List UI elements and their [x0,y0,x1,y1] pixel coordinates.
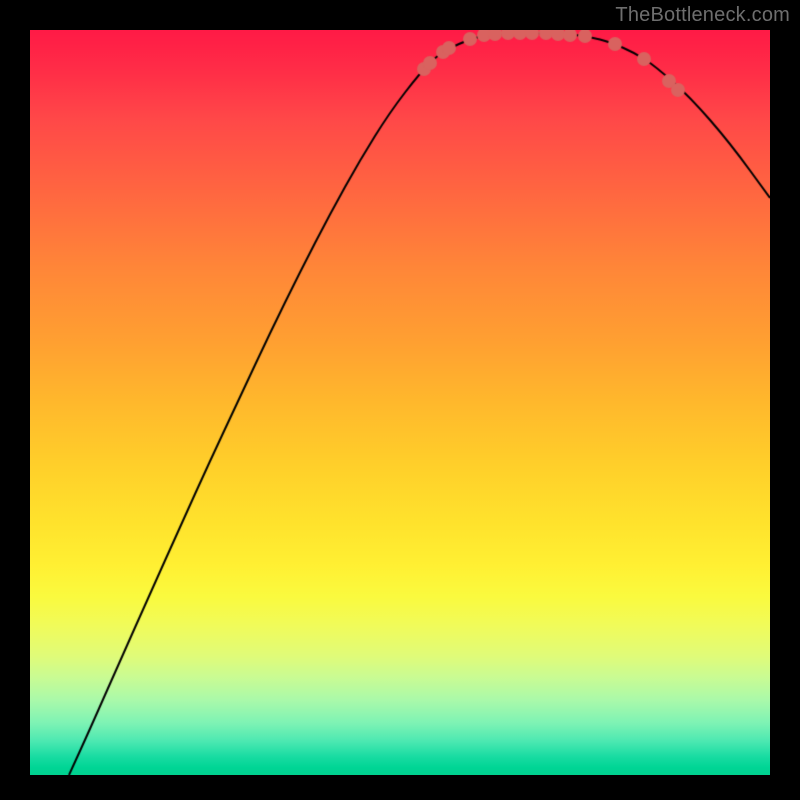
bottleneck-curve [30,30,770,775]
chart-area [30,30,770,775]
watermark-text: TheBottleneck.com [615,4,790,27]
